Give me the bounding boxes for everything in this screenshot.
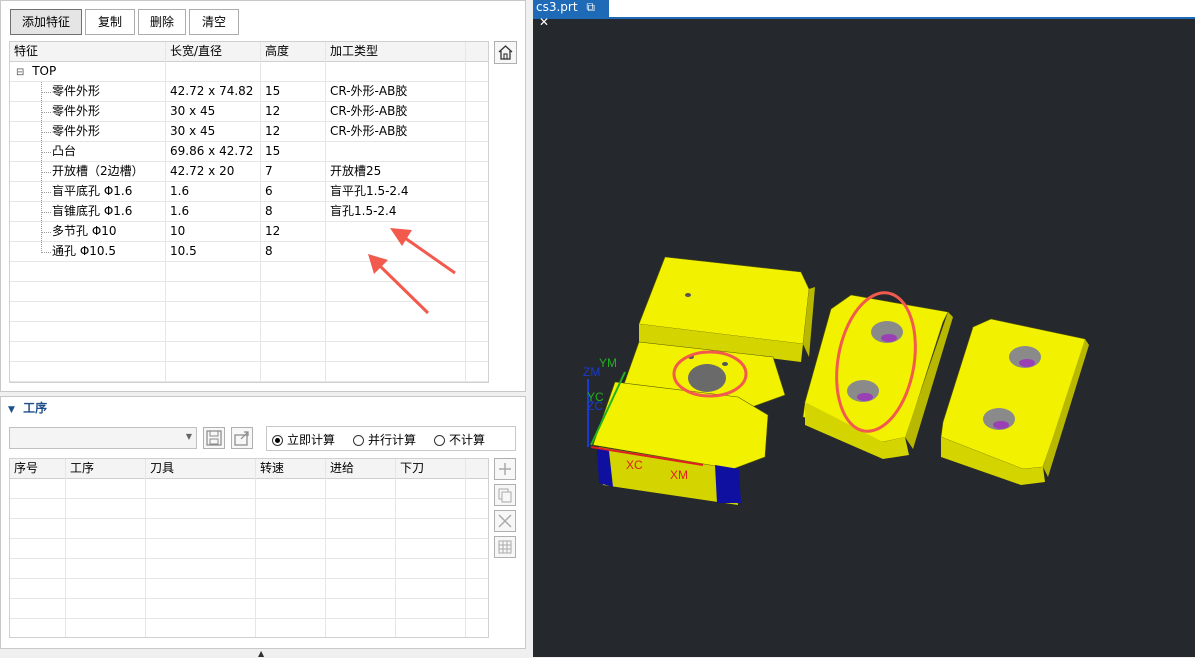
hole-part-3-lower-bottom — [993, 421, 1009, 429]
process-combo[interactable]: ▼ — [9, 427, 197, 449]
save-icon — [206, 430, 222, 446]
radio-indicator[interactable] — [353, 435, 364, 446]
delete-operation-button[interactable] — [494, 510, 516, 532]
hole-part-3-upper-bottom — [1019, 359, 1035, 367]
radio-parallel[interactable]: 并行计算 — [353, 431, 416, 449]
empty-row — [10, 519, 488, 539]
radio-label: 并行计算 — [368, 433, 417, 447]
empty-row — [10, 479, 488, 499]
empty-row — [10, 579, 488, 599]
plus-icon — [499, 463, 511, 475]
export-button[interactable] — [231, 427, 253, 449]
add-operation-button[interactable] — [494, 458, 516, 480]
annotation-arrow-lower — [378, 264, 430, 315]
export-icon — [234, 431, 249, 446]
grid-icon — [498, 540, 512, 554]
empty-row — [10, 499, 488, 519]
axis-label-ym: YM — [599, 356, 617, 370]
save-button[interactable] — [203, 427, 225, 449]
axis-label-xc: XC — [626, 458, 643, 472]
hole-part-2-upper-bottom — [881, 334, 897, 342]
axis-label-zc: ZC — [587, 399, 603, 413]
radio-immediate[interactable]: 立即计算 — [272, 431, 335, 449]
empty-row — [10, 559, 488, 579]
part-1-blue-face-right — [715, 465, 741, 503]
radio-label: 不计算 — [449, 433, 486, 447]
process-table: 序号 工序 刀具 转速 进给 下刀 — [9, 458, 489, 638]
copy-icon — [498, 488, 512, 503]
popout-icon[interactable]: ⧉ — [586, 0, 595, 14]
hole-small-b — [722, 362, 728, 366]
col-operation[interactable]: 工序 — [66, 459, 146, 479]
axis-label-zm: ZM — [583, 365, 600, 379]
tab-cs3[interactable]: cs3.prt ⧉ ✕ — [533, 0, 609, 29]
axis-label-xm: XM — [670, 468, 688, 482]
radio-indicator[interactable] — [272, 435, 283, 446]
col-seq[interactable]: 序号 — [10, 459, 66, 479]
col-plunge[interactable]: 下刀 — [396, 459, 466, 479]
empty-row — [10, 619, 488, 637]
close-icon — [498, 514, 512, 528]
hole-counterbore — [688, 364, 726, 392]
col-tool[interactable]: 刀具 — [146, 459, 256, 479]
chevron-down-icon: ▼ — [185, 432, 192, 441]
radio-label: 立即计算 — [287, 433, 336, 447]
copy-operation-button[interactable] — [494, 484, 516, 506]
radio-indicator[interactable] — [434, 435, 445, 446]
empty-row — [10, 539, 488, 559]
radio-none[interactable]: 不计算 — [434, 431, 485, 449]
annotation-arrows — [368, 228, 456, 315]
col-speed[interactable]: 转速 — [256, 459, 326, 479]
grid-operation-button[interactable] — [494, 536, 516, 558]
arrow-head-upper — [390, 228, 412, 246]
tab-title: cs3.prt — [536, 0, 578, 14]
hole-part-2-lower-bottom — [857, 393, 873, 401]
empty-row — [10, 599, 488, 619]
hole-small-top — [685, 293, 691, 297]
process-table-header: 序号 工序 刀具 转速 进给 下刀 — [10, 459, 488, 479]
process-section-header[interactable]: ▼ 工序 — [8, 399, 47, 417]
col-feed[interactable]: 进给 — [326, 459, 396, 479]
annotation-arrow-upper — [404, 236, 456, 275]
process-section-title: 工序 — [23, 401, 48, 415]
model-view: YM ZM YC ZC XC XM — [583, 256, 1089, 505]
collapse-arrow-icon[interactable]: ▼ — [8, 405, 15, 415]
feature-panel: 添加特征 复制 删除 清空 特征 长宽/直径 高度 加工类型 ⊟ TOP 零件外… — [0, 0, 528, 658]
